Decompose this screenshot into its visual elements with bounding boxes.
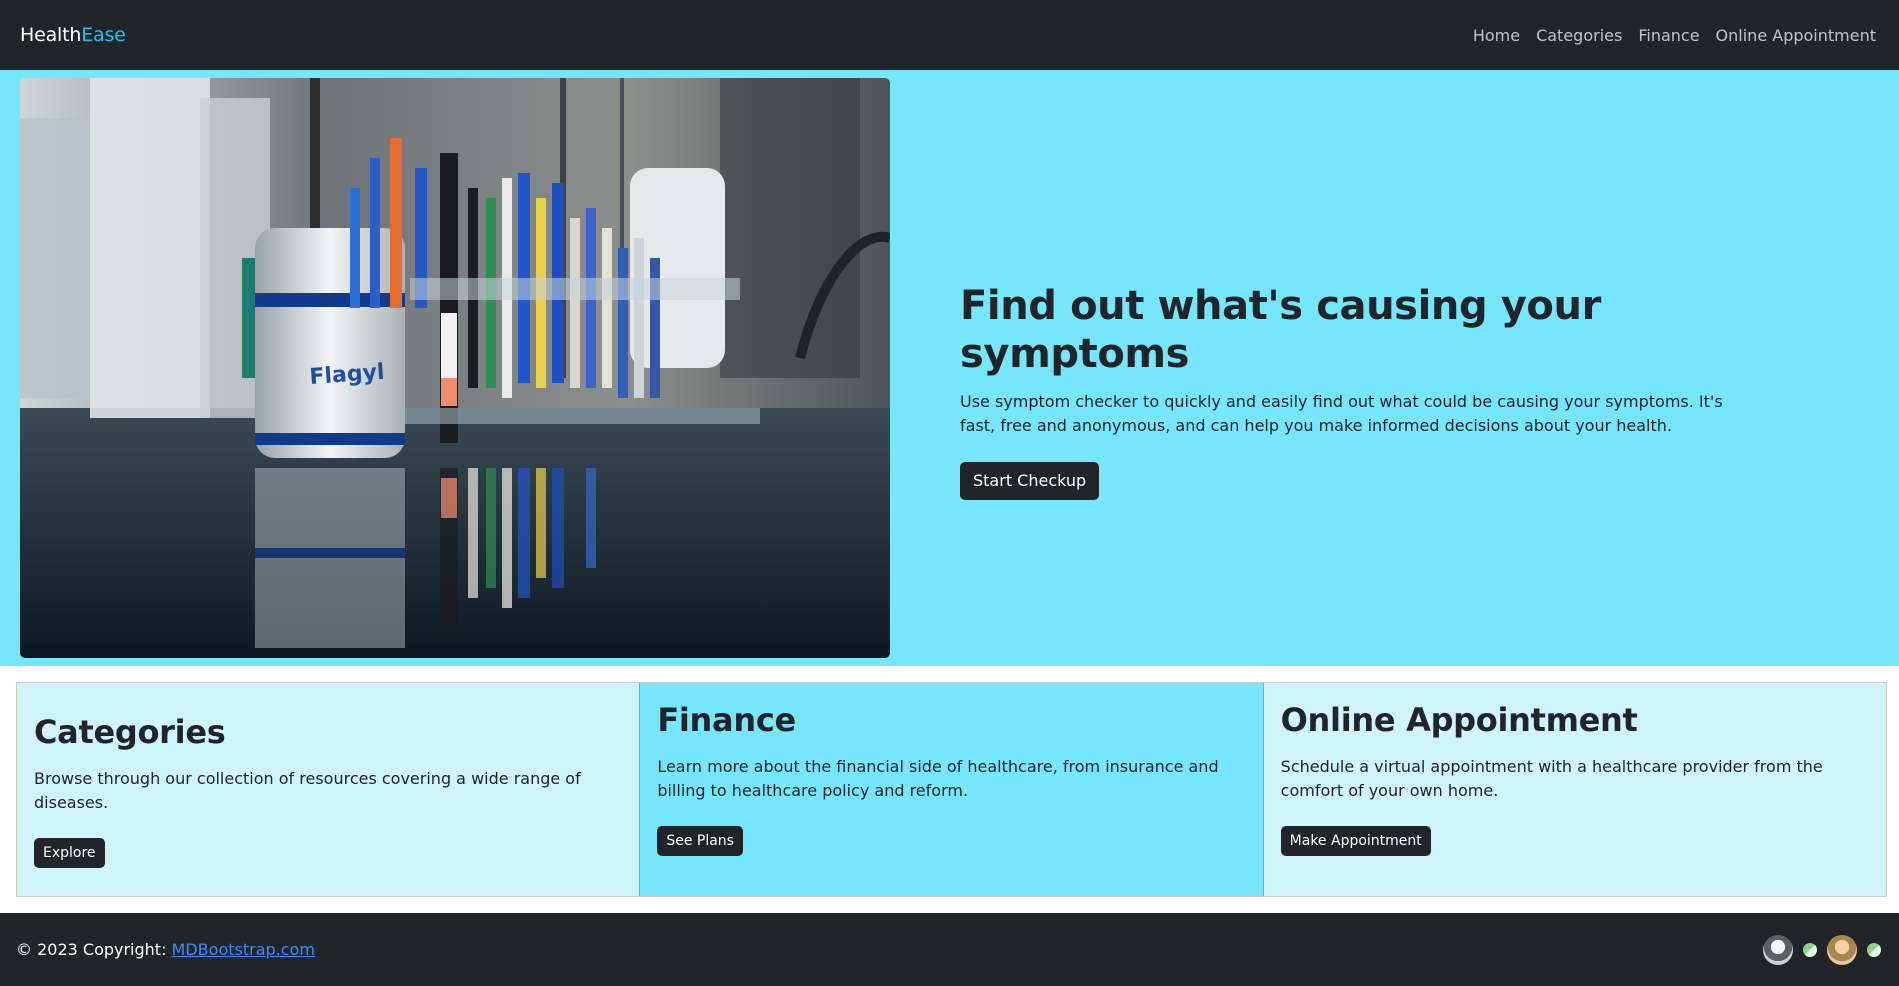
avatar-icon[interactable] <box>1827 934 1857 965</box>
hero-title: Find out what's causing your symptoms <box>960 283 1601 377</box>
copyright-text: © 2023 Copyright: <box>16 940 172 959</box>
navbar: HealthEase Home Categories Finance Onlin… <box>0 0 1899 70</box>
see-plans-button[interactable]: See Plans <box>657 826 743 857</box>
feature-cards: Categories Browse through our collection… <box>16 682 1887 897</box>
footer: © 2023 Copyright: MDBootstrap.com <box>0 913 1899 986</box>
svg-text:Flagyl: Flagyl <box>309 360 386 390</box>
start-checkup-button[interactable]: Start Checkup <box>960 462 1100 500</box>
nav-finance-link[interactable]: Finance <box>1638 26 1699 45</box>
card-categories-title: Categories <box>34 713 226 751</box>
avatar-icon[interactable] <box>1763 934 1793 965</box>
card-online-appointment-text: Schedule a virtual appointment with a he… <box>1280 757 1823 801</box>
card-finance: Finance Learn more about the financial s… <box>639 683 1263 896</box>
hero-description: Use symptom checker to quickly and easil… <box>960 392 1723 435</box>
card-online-appointment: Online Appointment Schedule a virtual ap… <box>1262 683 1886 896</box>
card-finance-text: Learn more about the financial side of h… <box>657 757 1219 801</box>
card-finance-title: Finance <box>657 701 796 739</box>
hero-image-lab-supplies: Flagyl <box>20 78 890 658</box>
footer-copyright: © 2023 Copyright: MDBootstrap.com <box>16 940 315 959</box>
hero-section: Flagyl Find out what's causing your symp… <box>0 70 1899 666</box>
explore-button[interactable]: Explore <box>34 838 105 869</box>
nav-online-appointment-link[interactable]: Online Appointment <box>1716 26 1876 45</box>
card-categories: Categories Browse through our collection… <box>17 683 640 896</box>
nav-home-link[interactable]: Home <box>1473 26 1520 45</box>
nav-links: Home Categories Finance Online Appointme… <box>1473 26 1876 45</box>
globe-icon[interactable] <box>1867 942 1881 957</box>
card-online-appointment-title: Online Appointment <box>1280 701 1638 739</box>
make-appointment-button[interactable]: Make Appointment <box>1280 826 1431 857</box>
brand-logo[interactable]: HealthEase <box>20 24 126 46</box>
brand-accent: Ease <box>81 24 126 46</box>
social-icons <box>1763 934 1881 965</box>
globe-icon[interactable] <box>1803 942 1817 957</box>
nav-categories-link[interactable]: Categories <box>1536 26 1622 45</box>
brand-main: Health <box>20 24 82 46</box>
card-categories-text: Browse through our collection of resourc… <box>34 769 581 813</box>
mdbootstrap-link[interactable]: MDBootstrap.com <box>172 940 315 959</box>
hero-content: Find out what's causing your symptoms Us… <box>960 282 1830 500</box>
